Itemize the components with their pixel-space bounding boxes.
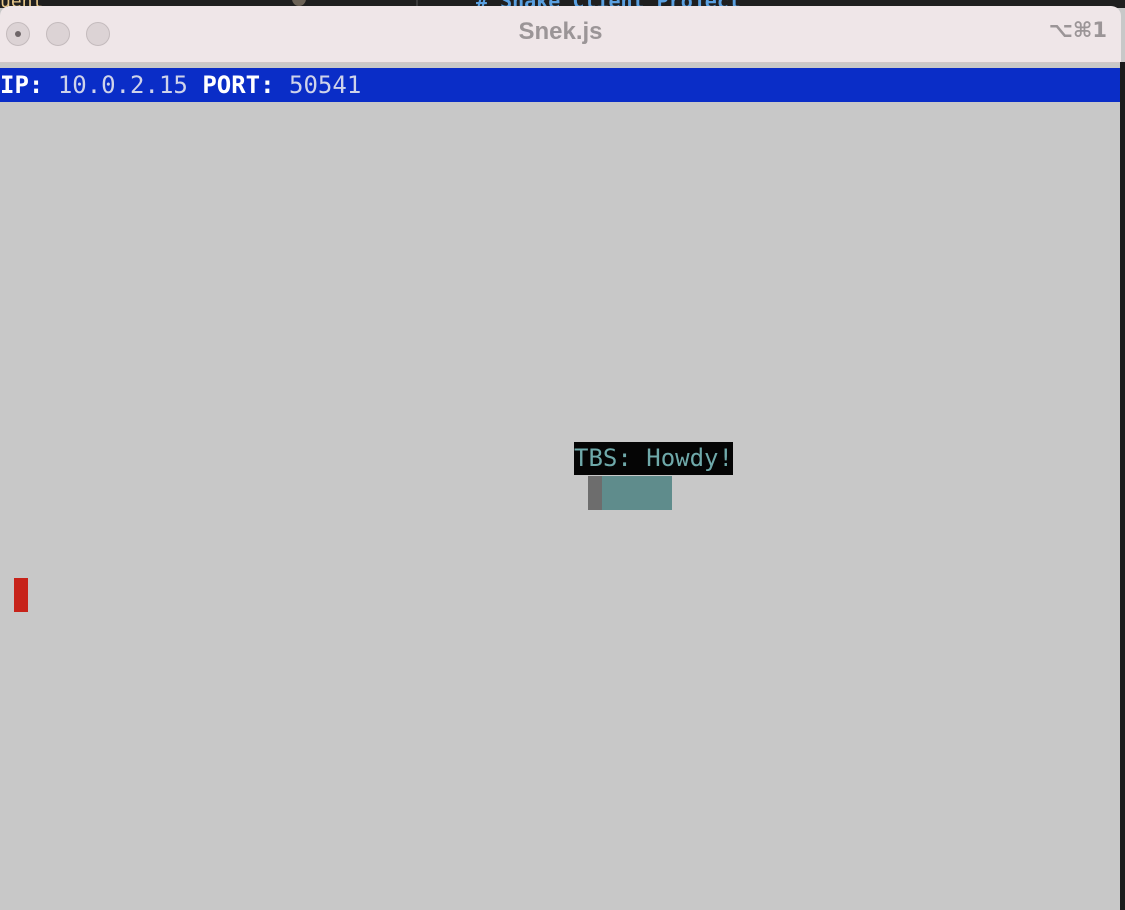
port-value: 50541 <box>289 71 362 99</box>
status-bar: IP: 10.0.2.15 PORT: 50541 <box>0 68 1120 102</box>
port-label: PORT: <box>202 71 275 99</box>
window-edge <box>1120 62 1125 910</box>
snake-body <box>602 476 672 510</box>
chat-message: TBS: Howdy! <box>574 442 733 475</box>
food-pellet <box>14 578 28 612</box>
window-title: Snek.js <box>518 18 603 45</box>
ip-value: 10.0.2.15 <box>57 71 188 99</box>
window-shortcut: ⌥⌘1 <box>1048 18 1107 42</box>
snake-head <box>588 476 602 510</box>
title-bar[interactable]: Snek.js ⌥⌘1 <box>0 6 1121 63</box>
ip-label: IP: <box>0 71 44 99</box>
